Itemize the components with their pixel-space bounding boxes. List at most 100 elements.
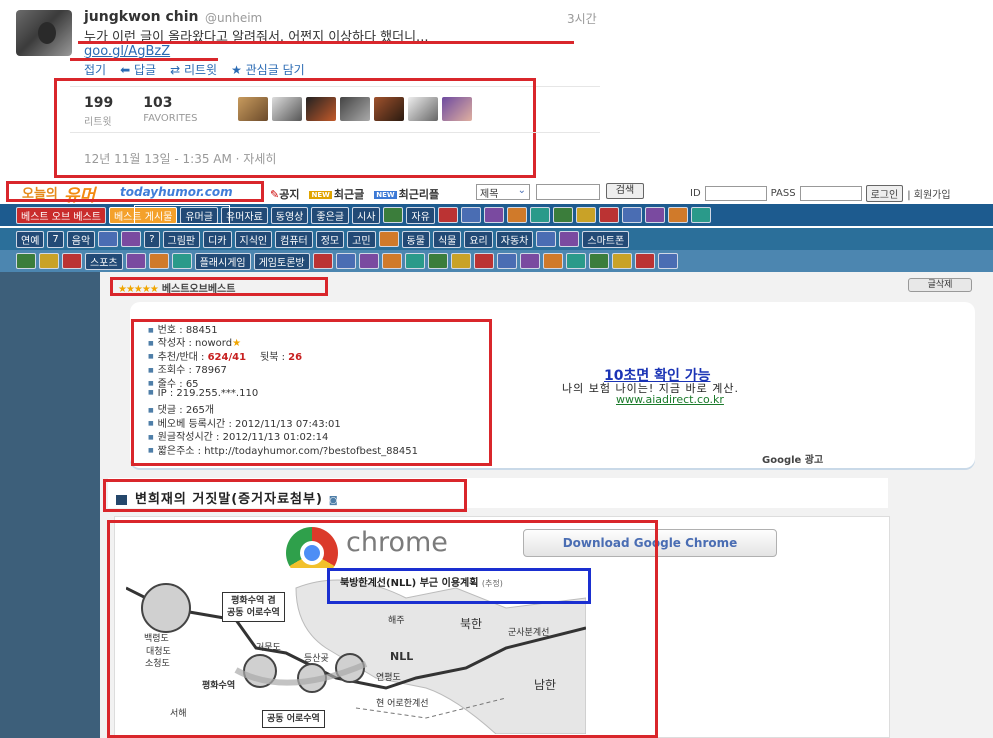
nav-icon[interactable] (644, 207, 665, 223)
nav-icon[interactable] (427, 253, 448, 269)
recent-replies-link[interactable]: NEW 최근리플 (374, 186, 439, 202)
nav-icon[interactable] (575, 207, 596, 223)
nav-item[interactable]: 자동차 (495, 230, 534, 248)
nav-item[interactable]: 음악 (66, 230, 96, 248)
nav-icon[interactable] (496, 253, 517, 269)
nav-item[interactable]: 스포츠 (85, 252, 123, 270)
nav-item[interactable]: 그림판 (162, 230, 201, 248)
delete-post-button[interactable]: 글삭제 (908, 278, 972, 292)
nav-icon[interactable] (437, 207, 458, 223)
nav-icon[interactable] (506, 207, 527, 223)
reply-button[interactable]: ⬅ 답글 (120, 61, 156, 78)
nav-icon[interactable] (125, 253, 146, 269)
join-link[interactable]: | 회원가입 (907, 186, 950, 201)
nav-icon[interactable] (460, 207, 481, 223)
nav-icon[interactable] (483, 207, 504, 223)
nav-icon[interactable] (667, 207, 688, 223)
login-button[interactable]: 로그인 (865, 185, 904, 202)
nav-item[interactable]: 식물 (432, 230, 462, 248)
retweet-icon: ⇄ (170, 63, 184, 77)
nav-icon[interactable] (588, 253, 609, 269)
recent-posts-link[interactable]: NEW 최근글 (309, 186, 364, 202)
nav-icon[interactable] (690, 207, 711, 223)
nav-icon[interactable] (529, 207, 550, 223)
password-input[interactable] (799, 186, 862, 201)
nav-icon[interactable] (16, 253, 36, 269)
nav-icon[interactable] (404, 253, 425, 269)
avatar[interactable] (408, 97, 438, 121)
nav-icon[interactable] (473, 253, 494, 269)
nav-item[interactable]: 동물 (401, 230, 430, 248)
favorite-count[interactable]: 103 FAVORITES (143, 95, 197, 128)
tweet-link[interactable]: goo.gl/AgBzZ (84, 44, 170, 59)
nav-item[interactable]: 컴퓨터 (275, 230, 313, 248)
nav-icon[interactable] (98, 231, 119, 247)
nav-item[interactable]: 시사 (352, 206, 381, 224)
nav-icon[interactable] (39, 253, 59, 269)
avatar[interactable] (340, 97, 370, 121)
nav-item[interactable]: 베스트 오브 베스트 (16, 206, 106, 224)
nav-icon[interactable] (634, 253, 655, 269)
avatar[interactable] (306, 97, 336, 121)
nav-icon[interactable] (312, 253, 333, 269)
nav-icon[interactable] (450, 253, 471, 269)
nav-icon[interactable] (565, 253, 586, 269)
favorite-button[interactable]: ★ 관심글 담기 (231, 61, 305, 78)
nav-icon[interactable] (335, 253, 356, 269)
nav-icon[interactable] (378, 231, 399, 247)
nav-item[interactable]: ? (144, 230, 160, 248)
nav-icon[interactable] (519, 253, 540, 269)
nav-item[interactable]: 7 (47, 230, 64, 248)
nav-icon[interactable] (536, 231, 557, 247)
nav-icon[interactable] (148, 253, 169, 269)
avatar[interactable] (442, 97, 472, 121)
avatar[interactable] (16, 10, 72, 56)
nav-item[interactable]: 스마트폰 (582, 230, 630, 248)
nav-icon[interactable] (171, 253, 192, 269)
nav-item[interactable]: 플래시게임 (194, 252, 251, 270)
chevron-down-icon: ⌄ (517, 185, 526, 196)
search-input[interactable] (536, 184, 600, 200)
nav-icon[interactable] (121, 231, 142, 247)
nav-icon[interactable] (383, 207, 404, 223)
tweet-author-name[interactable]: jungkwon chin (84, 9, 199, 25)
nav-item[interactable]: 좋은글 (311, 206, 349, 224)
search-button[interactable]: 검색 (606, 183, 644, 199)
nav-item[interactable]: 자유 (406, 206, 435, 224)
ad-url-link[interactable]: www.aiadirect.co.kr (616, 393, 724, 406)
nav-item[interactable]: 디카 (203, 230, 232, 248)
nav-item[interactable]: 정모 (315, 230, 345, 248)
nav-item[interactable]: 지식인 (234, 230, 273, 248)
avatar[interactable] (238, 97, 268, 121)
google-ad-label[interactable]: Google 광고 (762, 451, 823, 466)
nav-icon[interactable] (559, 231, 580, 247)
avatar[interactable] (272, 97, 302, 121)
notice-link[interactable]: ✎공지 (270, 186, 299, 202)
tweet-timestamp[interactable]: 3시간 (567, 10, 597, 27)
nav-item[interactable]: 고민 (347, 230, 376, 248)
recent-posts-label: 최근글 (333, 188, 365, 201)
nav-item[interactable]: 동영상 (270, 206, 309, 224)
new-badge: NEW (309, 191, 332, 199)
search-field-select[interactable]: 제목 ⌄ (476, 184, 530, 200)
id-input[interactable] (704, 186, 767, 201)
nav-icon[interactable] (358, 253, 379, 269)
nav-item[interactable]: 요리 (464, 230, 493, 248)
tweet-author-handle[interactable]: @unheim (205, 11, 262, 25)
nav-icon[interactable] (611, 253, 632, 269)
nav-item[interactable]: 게임토론방 (253, 252, 310, 270)
nav-icon[interactable] (657, 253, 678, 269)
nav-item[interactable]: 연예 (16, 230, 45, 248)
avatar[interactable] (374, 97, 404, 121)
nav-icon[interactable] (62, 253, 82, 269)
nav-icon[interactable] (598, 207, 619, 223)
nav-icon[interactable] (621, 207, 642, 223)
retweet-count[interactable]: 199 리트윗 (84, 95, 113, 128)
retweet-button[interactable]: ⇄ 리트윗 (170, 61, 217, 78)
nav-icon[interactable] (542, 253, 563, 269)
tweet-full-date[interactable]: 12년 11월 13일 - 1:35 AM · 자세히 (84, 150, 276, 167)
pen-icon: ✎ (270, 188, 280, 201)
nav-icon[interactable] (381, 253, 402, 269)
nav-icon[interactable] (552, 207, 573, 223)
collapse-link[interactable]: 접기 (84, 61, 106, 78)
